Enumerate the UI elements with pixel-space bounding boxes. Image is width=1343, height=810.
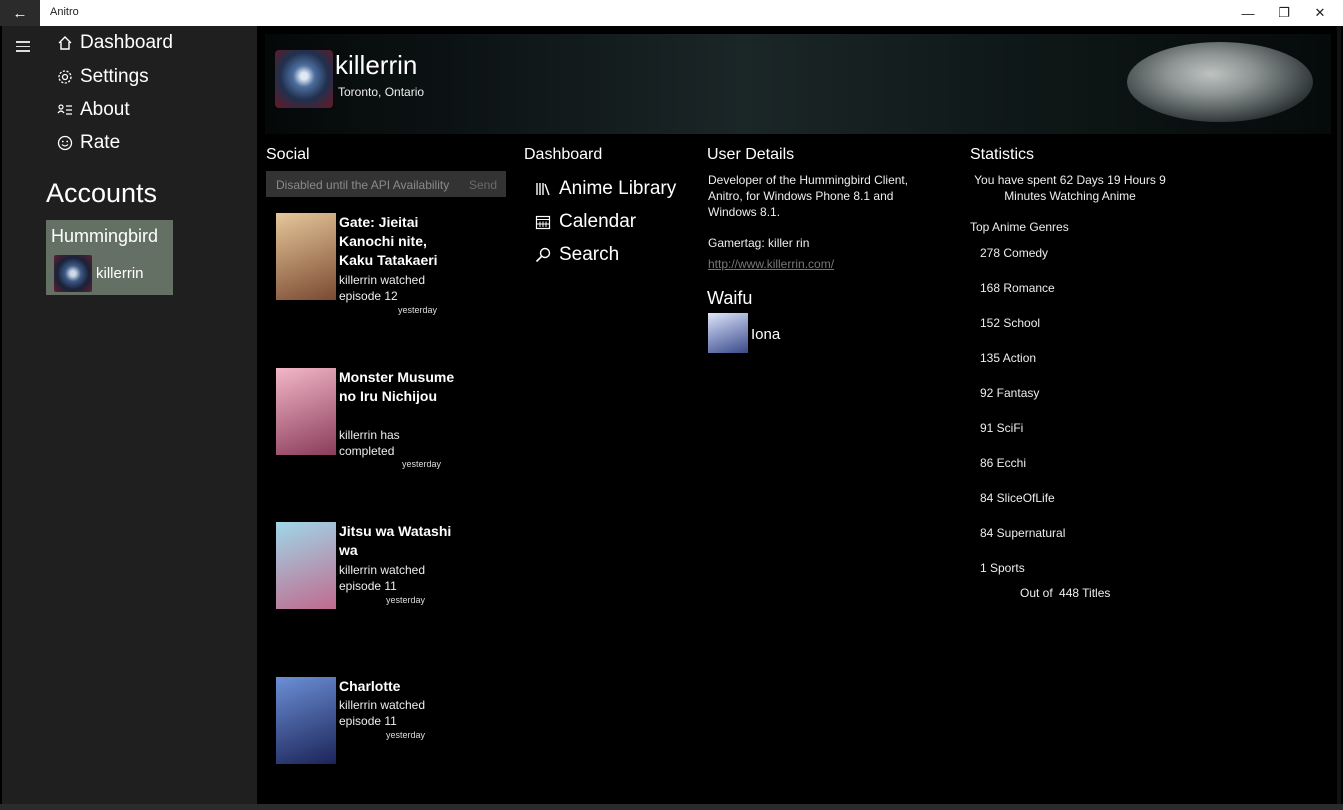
nav-item-label: Settings	[80, 66, 149, 87]
user-website-link[interactable]: http://www.killerrin.com/	[708, 257, 834, 271]
profile-avatar	[275, 50, 333, 108]
user-gamertag: Gamertag: killer rin	[708, 236, 810, 250]
gear-icon	[54, 69, 76, 85]
account-avatar	[54, 255, 92, 292]
statistics-heading: Statistics	[970, 146, 1035, 163]
main-content: killerrin Toronto, Ontario Social Disabl…	[257, 26, 1337, 804]
genre-item: 84 Supernatural	[980, 526, 1066, 540]
genre-item: 1 Sports	[980, 561, 1025, 575]
time-spent-text: You have spent 62 Days 19 Hours 9 Minute…	[974, 173, 1166, 203]
feed-title[interactable]: Jitsu wa Watashi wa	[339, 522, 459, 560]
account-service: Hummingbird	[51, 226, 159, 246]
profile-location: Toronto, Ontario	[338, 85, 425, 99]
waifu-heading: Waifu	[707, 288, 753, 308]
waifu-name: Iona	[751, 326, 781, 343]
genre-item: 91 SciFi	[980, 421, 1024, 435]
user-details-heading: User Details	[707, 146, 795, 163]
anime-cover	[276, 677, 336, 764]
genre-item: 135 Action	[980, 351, 1037, 365]
dashboard-link-search[interactable]: Search	[532, 241, 619, 269]
profile-banner: killerrin Toronto, Ontario	[265, 34, 1331, 134]
genre-item: 168 Romance	[980, 281, 1055, 295]
dashboard-link-label: Search	[559, 244, 620, 265]
dashboard-link-label: Anime Library	[559, 178, 677, 199]
anime-cover	[276, 368, 336, 455]
nav-item-settings[interactable]: Settings	[54, 62, 149, 92]
dashboard-link-calendar[interactable]: Calendar	[532, 208, 636, 236]
library-icon	[532, 181, 554, 197]
close-button[interactable]: ✕	[1302, 0, 1338, 26]
nav-item-about[interactable]: About	[54, 95, 130, 125]
arrow-left-icon: ←	[12, 4, 28, 22]
nav-item-label: About	[80, 99, 130, 120]
user-bio: Developer of the Hummingbird Client, Ani…	[708, 173, 909, 219]
waifu-image	[708, 313, 748, 353]
anime-cover	[276, 522, 336, 609]
feed-title[interactable]: Monster Musume no Iru Nichijou	[339, 368, 459, 406]
feed-time: yesterday	[386, 595, 426, 605]
dashboard-heading: Dashboard	[524, 146, 603, 163]
genre-item: 86 Ecchi	[980, 456, 1027, 470]
maximize-button[interactable]: ❐	[1266, 0, 1302, 26]
nav-rail	[2, 26, 42, 804]
dashboard-link-anime-library[interactable]: Anime Library	[532, 175, 676, 203]
dashboard-link-label: Calendar	[559, 211, 637, 232]
social-heading: Social	[266, 146, 310, 163]
nav-item-dashboard[interactable]: Dashboard	[54, 28, 173, 58]
post-placeholder: Disabled until the API Availability	[276, 178, 450, 192]
taskbar	[0, 804, 1343, 810]
scrollbar[interactable]	[1337, 26, 1341, 804]
home-icon	[54, 35, 76, 51]
feed-action: killerrin has completed	[339, 428, 400, 458]
account-username: killerrin	[96, 265, 144, 282]
hamburger-menu-icon[interactable]	[16, 41, 30, 52]
send-button[interactable]: Send	[469, 178, 497, 192]
search-icon	[532, 247, 554, 263]
anime-cover	[276, 213, 336, 300]
nav-item-rate[interactable]: Rate	[54, 128, 120, 158]
back-button[interactable]: ←	[0, 0, 40, 26]
feed-action: killerrin watched episode 11	[339, 698, 426, 728]
feed-time: yesterday	[386, 730, 426, 740]
social-post-input[interactable]: Disabled until the API Availability Send	[266, 171, 506, 197]
feed-time: yesterday	[402, 459, 442, 469]
title-bar: ← Anitro — ❐ ✕	[0, 0, 1343, 26]
calendar-icon	[532, 214, 554, 230]
genre-item: 152 School	[980, 316, 1041, 330]
genre-item: 84 SliceOfLife	[980, 491, 1055, 505]
genre-item: 278 Comedy	[980, 246, 1049, 260]
accounts-heading: Accounts	[46, 178, 158, 208]
out-of-label: Out of	[1020, 586, 1053, 600]
feed-action: killerrin watched episode 11	[339, 563, 426, 593]
smiley-icon	[54, 135, 76, 151]
feed-title[interactable]: Gate: Jieitai Kanochi nite, Kaku Tatakae…	[339, 213, 459, 270]
account-card-hummingbird[interactable]: Hummingbird killerrin	[46, 220, 173, 295]
feed-title[interactable]: Charlotte	[339, 677, 459, 696]
minimize-button[interactable]: —	[1230, 0, 1266, 26]
feed-action: killerrin watched episode 12	[339, 273, 426, 303]
person-list-icon	[54, 102, 76, 118]
total-titles: Out of 448 Titles	[1020, 586, 1110, 600]
nav-item-label: Dashboard	[80, 32, 173, 53]
navigation-pane: Dashboard Settings About Rate Accounts H…	[42, 26, 257, 804]
banner-image	[1127, 42, 1313, 122]
feed-time: yesterday	[398, 305, 438, 315]
app-title: Anitro	[50, 6, 79, 18]
nav-item-label: Rate	[80, 132, 121, 153]
profile-name: killerrin	[335, 50, 418, 80]
total-titles-value: 448 Titles	[1059, 586, 1111, 600]
genre-item: 92 Fantasy	[980, 386, 1040, 400]
top-genres-heading: Top Anime Genres	[970, 220, 1069, 234]
